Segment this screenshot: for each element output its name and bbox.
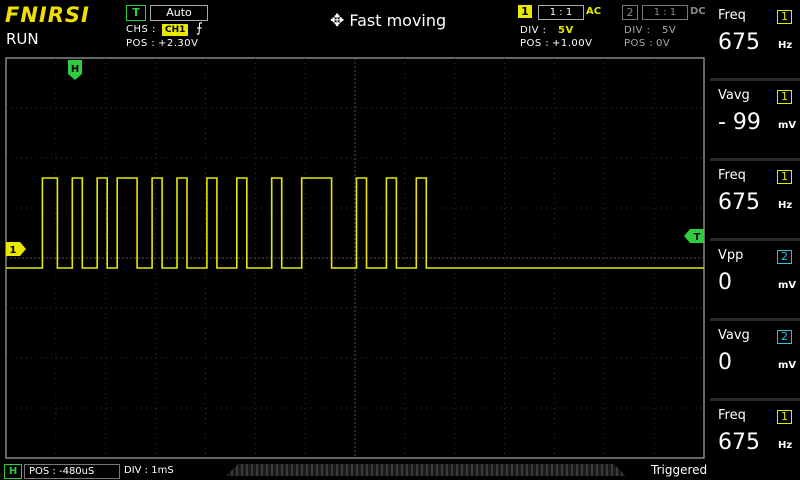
measurement-0[interactable]: Freq 1 675 Hz: [710, 0, 800, 80]
measurement-label: Vavg: [718, 88, 750, 103]
measurement-value: - 99: [718, 110, 761, 135]
measurement-unit: Hz: [778, 440, 793, 451]
measurement-unit: mV: [778, 120, 797, 131]
measurement-4[interactable]: Vavg 2 0 mV: [710, 320, 800, 400]
ch2-coupling[interactable]: DC: [690, 6, 706, 17]
measurement-label: Freq: [718, 8, 746, 23]
ch1-marker-label: 1: [10, 245, 17, 256]
measurement-channel-badge: 1: [777, 90, 792, 104]
ch2-div-label: DIV :: [624, 25, 651, 36]
measurement-channel-badge: 1: [777, 410, 792, 424]
horizontal-div[interactable]: DIV : 1mS: [124, 465, 174, 476]
ch2-number-badge: 2: [622, 5, 638, 20]
ch1-pos-value: +1.00V: [552, 38, 593, 49]
ch2-pos-value: 0V: [656, 38, 671, 49]
trigger-mode[interactable]: Auto: [150, 5, 208, 21]
h-marker-label: H: [71, 64, 79, 75]
move-arrows-icon: ✥: [330, 11, 345, 31]
horizontal-pos[interactable]: POS : -480uS: [24, 464, 120, 479]
measurement-unit: Hz: [778, 40, 793, 51]
trigger-source-value[interactable]: CH1: [162, 24, 189, 36]
measurement-label: Freq: [718, 408, 746, 423]
measurement-separator: [710, 398, 800, 401]
trigger-status: Triggered: [651, 463, 708, 477]
ch2-pos-label: POS :: [624, 38, 654, 49]
ch1-pos-label: POS :: [520, 38, 550, 49]
ch1-div-value: 5V: [558, 25, 574, 36]
measurement-channel-badge: 2: [777, 330, 792, 344]
move-mode-label: Fast moving: [349, 11, 447, 30]
bottom-bar: H POS : -480uS DIV : 1mS Triggered: [0, 462, 710, 480]
measurement-separator: [710, 78, 800, 81]
ch1-probe[interactable]: 1 : 1: [538, 5, 584, 20]
trigger-pos-label: POS :: [126, 38, 156, 49]
measurement-value: 0: [718, 270, 732, 295]
measurement-value: 675: [718, 190, 760, 215]
trigger-panel[interactable]: T Auto CHS : CH1 ⨍ POS : +2.30V: [126, 5, 212, 51]
rising-edge-icon: ⨍: [196, 21, 203, 36]
measurement-unit: mV: [778, 280, 797, 291]
ch2-settings[interactable]: 2 1 : 1 DC DIV : 5V POS : 0V: [622, 5, 708, 51]
ch2-probe[interactable]: 1 : 1: [642, 5, 688, 20]
ch1-coupling[interactable]: AC: [586, 6, 601, 17]
measurement-unit: Hz: [778, 200, 793, 211]
measurement-label: Vpp: [718, 248, 744, 263]
measurement-value: 675: [718, 430, 760, 455]
scroll-bar[interactable]: [226, 464, 626, 476]
measurement-label: Vavg: [718, 328, 750, 343]
measurement-channel-badge: 2: [777, 250, 792, 264]
measurement-3[interactable]: Vpp 2 0 mV: [710, 240, 800, 320]
trigger-pos-value: +2.30V: [158, 38, 199, 49]
ch1-number-badge: 1: [518, 5, 532, 18]
h-badge: H: [4, 464, 22, 479]
move-mode[interactable]: ✥ Fast moving: [330, 11, 446, 31]
trigger-source-label: CHS :: [126, 24, 156, 35]
waveform-display[interactable]: H 1 T: [0, 52, 710, 460]
measurement-unit: mV: [778, 360, 797, 371]
trigger-marker-label: T: [694, 232, 701, 243]
run-state[interactable]: RUN: [6, 30, 39, 48]
measurement-value: 0: [718, 350, 732, 375]
measurement-2[interactable]: Freq 1 675 Hz: [710, 160, 800, 240]
ch1-div-label: DIV :: [520, 25, 547, 36]
measurement-value: 675: [718, 30, 760, 55]
measurement-label: Freq: [718, 168, 746, 183]
ch2-div-value: 5V: [662, 25, 677, 36]
measurement-1[interactable]: Vavg 1 - 99 mV: [710, 80, 800, 160]
measurement-channel-badge: 1: [777, 170, 792, 184]
trigger-badge: T: [126, 5, 146, 21]
brand-logo: FNIRSI: [5, 3, 90, 27]
measurement-separator: [710, 158, 800, 161]
measurement-separator: [710, 238, 800, 241]
measurement-channel-badge: 1: [777, 10, 792, 24]
measurement-5[interactable]: Freq 1 675 Hz: [710, 400, 800, 480]
measurement-separator: [710, 318, 800, 321]
ch1-settings[interactable]: 1 1 : 1 AC DIV : 5V POS : +1.00V: [518, 5, 610, 51]
